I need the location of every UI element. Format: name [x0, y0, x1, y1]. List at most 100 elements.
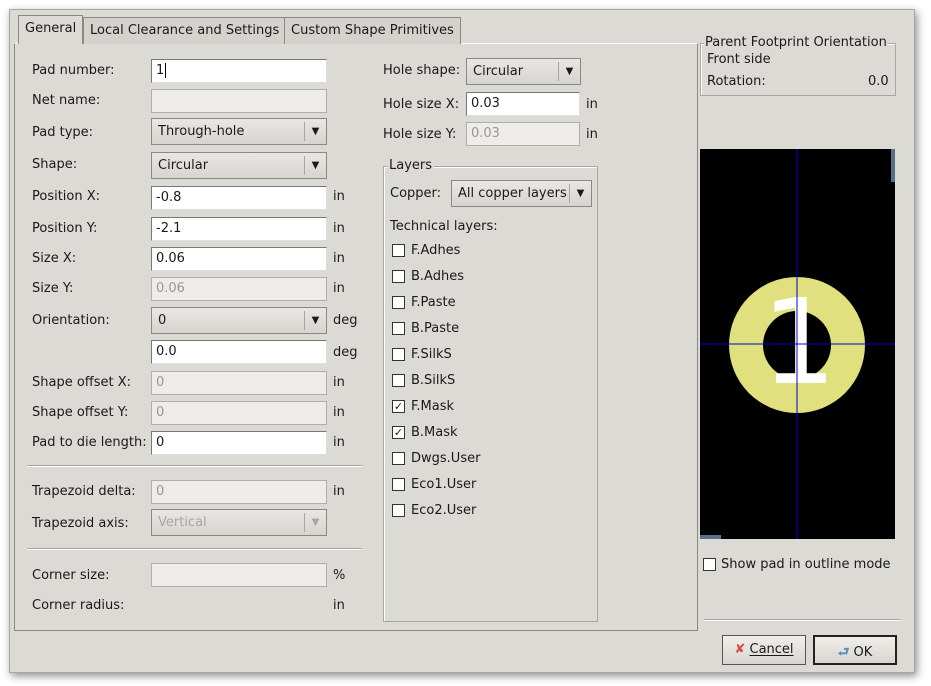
layer-label: B.Paste	[411, 321, 460, 336]
orientation-select[interactable]: 0 ▼	[151, 307, 327, 334]
tab-local-clearance[interactable]: Local Clearance and Settings	[83, 17, 287, 44]
trapezoid-axis-value: Vertical	[158, 515, 207, 530]
trapezoid-axis-select: Vertical ▼	[151, 509, 327, 536]
layer-label: F.SilkS	[411, 347, 452, 362]
orientation-unit: deg	[333, 313, 358, 328]
shape-offset-y-input: 0	[151, 401, 327, 425]
cancel-label: Cancel	[749, 642, 794, 657]
hole-size-y-label: Hole size Y:	[383, 127, 457, 142]
net-name-label: Net name:	[32, 93, 101, 108]
separator	[27, 465, 362, 467]
layer-label: B.Adhes	[411, 269, 464, 284]
rotation-label: Rotation:	[707, 74, 766, 89]
hole-size-x-input[interactable]: 0.03	[466, 92, 580, 116]
hole-size-y-unit: in	[586, 127, 598, 142]
vertical-scrollbar[interactable]	[891, 149, 895, 182]
pad-type-select[interactable]: Through-hole ▼	[151, 118, 327, 145]
ok-button[interactable]: ⮐ OK	[813, 635, 897, 665]
enter-arrow-icon: ⮐	[837, 645, 850, 660]
layer-checkbox-dwgs-user[interactable]	[392, 452, 405, 465]
layer-label: Eco2.User	[411, 503, 477, 518]
pad-preview-canvas[interactable]: 1	[700, 149, 895, 539]
pad-number-input[interactable]: 1	[151, 59, 327, 83]
corner-radius-unit: in	[333, 598, 345, 613]
layer-label: F.Mask	[411, 399, 455, 414]
copper-layers-value: All copper layers	[458, 186, 567, 201]
layer-label: B.SilkS	[411, 373, 456, 388]
tab-general[interactable]: General	[18, 15, 84, 44]
layer-checkbox-b-mask[interactable]: ✓	[392, 426, 405, 439]
pad-to-die-unit: in	[333, 435, 345, 450]
position-x-input[interactable]: -0.8	[151, 186, 327, 210]
corner-radius-label: Corner radius:	[32, 598, 125, 613]
layer-checkbox-eco2-user[interactable]	[392, 504, 405, 517]
layer-checkbox-f-silks[interactable]	[392, 348, 405, 361]
corner-size-label: Corner size:	[32, 568, 110, 583]
layer-checkbox-eco1-user[interactable]	[392, 478, 405, 491]
technical-layers-label: Technical layers:	[390, 219, 498, 234]
tab-custom-shape-primitives[interactable]: Custom Shape Primitives	[284, 17, 461, 44]
copper-layers-select[interactable]: All copper layers ▼	[451, 180, 592, 207]
size-x-label: Size X:	[32, 251, 77, 266]
shape-select[interactable]: Circular ▼	[151, 152, 327, 179]
orientation-value: 0	[158, 313, 167, 328]
layer-checkbox-f-mask[interactable]: ✓	[392, 400, 405, 413]
layer-checkbox-f-adhes[interactable]	[392, 244, 405, 257]
hole-size-x-unit: in	[586, 97, 598, 112]
hole-shape-select[interactable]: Circular ▼	[466, 58, 581, 85]
shape-offset-y-label: Shape offset Y:	[32, 405, 129, 420]
footprint-side: Front side	[707, 52, 771, 67]
size-x-input[interactable]: 0.06	[151, 247, 327, 271]
cancel-x-icon: ✘	[734, 642, 746, 657]
custom-orientation-input[interactable]: 0.0	[151, 340, 327, 364]
layer-checkbox-f-paste[interactable]	[392, 296, 405, 309]
position-y-input[interactable]: -2.1	[151, 217, 327, 241]
layer-checkbox-b-paste[interactable]	[392, 322, 405, 335]
layer-checkbox-b-silks[interactable]	[392, 374, 405, 387]
trapezoid-delta-label: Trapezoid delta:	[32, 484, 136, 499]
size-y-input: 0.06	[151, 277, 327, 301]
custom-orientation-unit: deg	[333, 345, 358, 360]
pad-number-label: Pad number:	[32, 63, 115, 78]
layers-group	[383, 166, 598, 622]
position-x-unit: in	[333, 189, 345, 204]
shape-offset-y-unit: in	[333, 405, 345, 420]
layer-label: B.Mask	[411, 425, 458, 440]
shape-offset-x-input: 0	[151, 371, 327, 395]
outline-mode-checkbox[interactable]	[703, 558, 716, 571]
layer-label: Dwgs.User	[411, 451, 481, 466]
position-y-label: Position Y:	[32, 221, 98, 236]
layer-checkbox-b-adhes[interactable]	[392, 270, 405, 283]
position-y-unit: in	[333, 221, 345, 236]
chevron-down-icon: ▼	[304, 311, 326, 330]
orientation-label: Orientation:	[32, 313, 110, 328]
rotation-value: 0.0	[868, 74, 889, 89]
separator	[27, 548, 362, 550]
pad-to-die-input[interactable]: 0	[151, 431, 327, 455]
chevron-down-icon: ▼	[558, 62, 580, 81]
corner-size-unit: %	[333, 568, 346, 583]
cancel-button[interactable]: ✘ Cancel	[722, 635, 806, 665]
pad-number-value: 1	[156, 63, 165, 78]
ok-label: OK	[853, 645, 873, 660]
shape-value: Circular	[158, 158, 209, 173]
trapezoid-delta-input: 0	[151, 480, 327, 504]
trapezoid-delta-unit: in	[333, 484, 345, 499]
chevron-down-icon: ▼	[304, 156, 326, 175]
hole-size-x-label: Hole size X:	[383, 97, 460, 112]
chevron-down-icon: ▼	[569, 184, 591, 203]
size-y-unit: in	[333, 281, 345, 296]
pad-type-value: Through-hole	[158, 124, 245, 139]
net-name-input	[151, 89, 327, 113]
shape-offset-x-unit: in	[333, 375, 345, 390]
layer-label: F.Paste	[411, 295, 456, 310]
pad-type-label: Pad type:	[32, 125, 94, 140]
pad-number-label-preview: 1	[761, 273, 836, 411]
layer-label: Eco1.User	[411, 477, 477, 492]
horizontal-scrollbar[interactable]	[700, 535, 721, 539]
chevron-down-icon: ▼	[304, 513, 326, 532]
shape-label: Shape:	[32, 157, 78, 172]
hole-shape-label: Hole shape:	[383, 63, 461, 78]
orientation-group-title: Parent Footprint Orientation	[704, 35, 888, 50]
hole-shape-value: Circular	[473, 64, 524, 79]
